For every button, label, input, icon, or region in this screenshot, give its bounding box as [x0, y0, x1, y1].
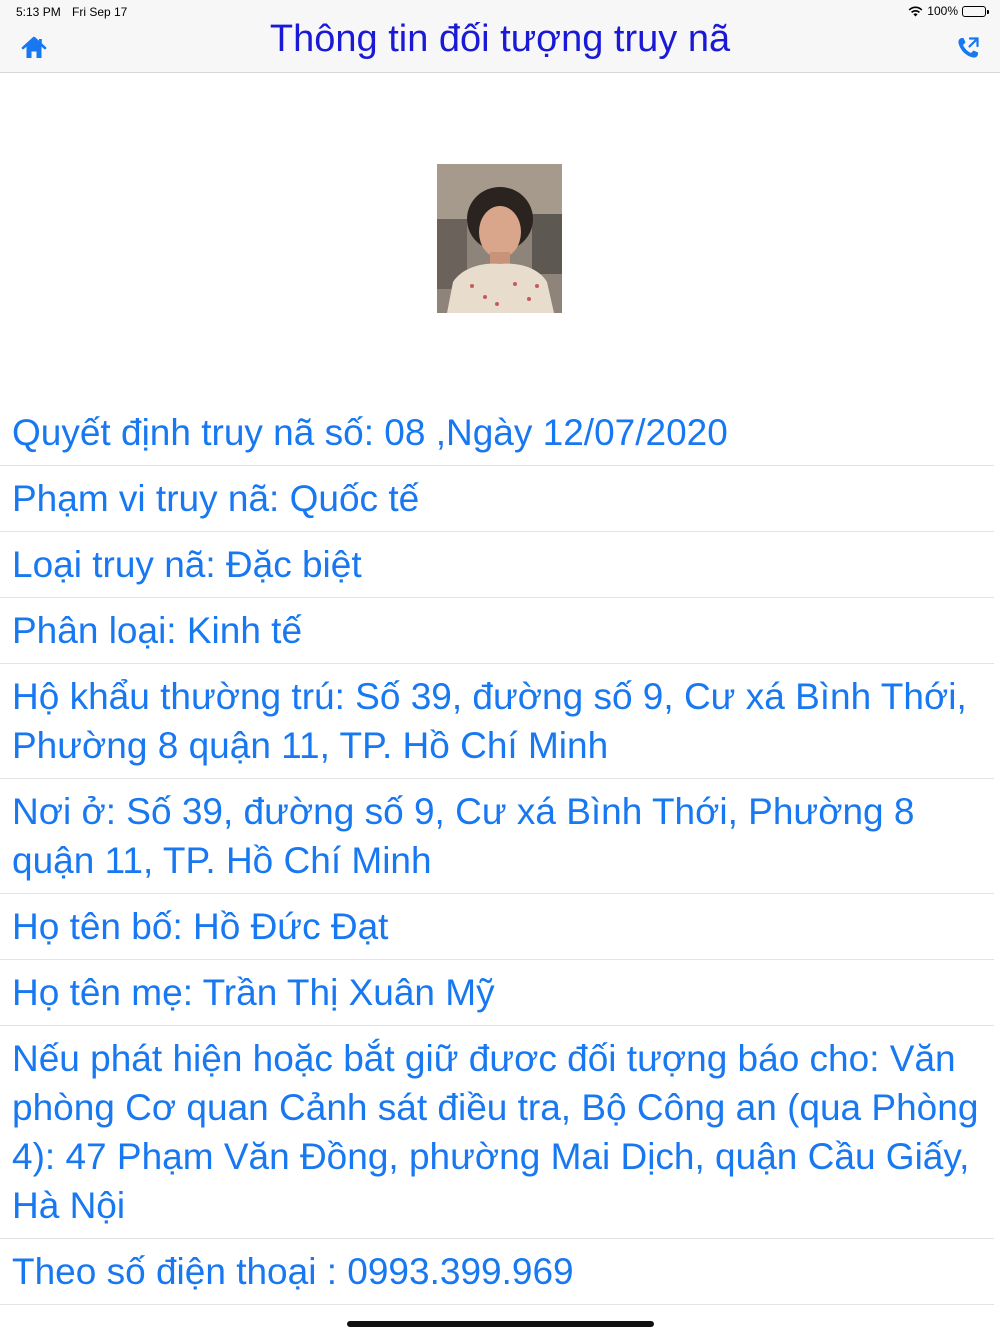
info-row-mother-name: Họ tên mẹ: Trần Thị Xuân Mỹ	[0, 960, 994, 1026]
status-date: Fri Sep 17	[72, 5, 128, 19]
battery-percentage: 100%	[927, 4, 958, 18]
info-row-phone-number[interactable]: Theo số điện thoại : 0993.399.969	[0, 1239, 994, 1305]
info-row-category: Phân loại: Kinh tế	[0, 598, 994, 664]
navigation-bar: 5:13 PM Fri Sep 17 100% Thông tin đối tư…	[0, 0, 1000, 73]
info-row-residence: Nơi ở: Số 39, đường số 9, Cư xá Bình Thớ…	[0, 779, 994, 894]
info-row-scope: Phạm vi truy nã: Quốc tế	[0, 466, 994, 532]
info-row-wanted-decision: Quyết định truy nã số: 08 ,Ngày 12/07/20…	[0, 400, 994, 466]
info-list: Quyết định truy nã số: 08 ,Ngày 12/07/20…	[0, 400, 1000, 1305]
status-indicators: 100%	[908, 4, 989, 18]
wifi-icon	[908, 6, 923, 16]
info-row-permanent-address: Hộ khẩu thường trú: Số 39, đường số 9, C…	[0, 664, 994, 779]
page-title: Thông tin đối tượng truy nã	[269, 18, 731, 60]
home-indicator[interactable]	[347, 1321, 654, 1327]
info-row-wanted-type: Loại truy nã: Đặc biệt	[0, 532, 994, 598]
info-row-father-name: Họ tên bố: Hồ Đức Đạt	[0, 894, 994, 960]
status-time: 5:13 PM	[16, 5, 61, 19]
suspect-photo	[437, 164, 562, 313]
phone-call-icon[interactable]	[954, 34, 982, 62]
portrait-image	[437, 164, 562, 313]
battery-icon	[962, 5, 989, 17]
info-row-report-contact: Nếu phát hiện hoặc bắt giữ đươc đối tượn…	[0, 1026, 994, 1239]
